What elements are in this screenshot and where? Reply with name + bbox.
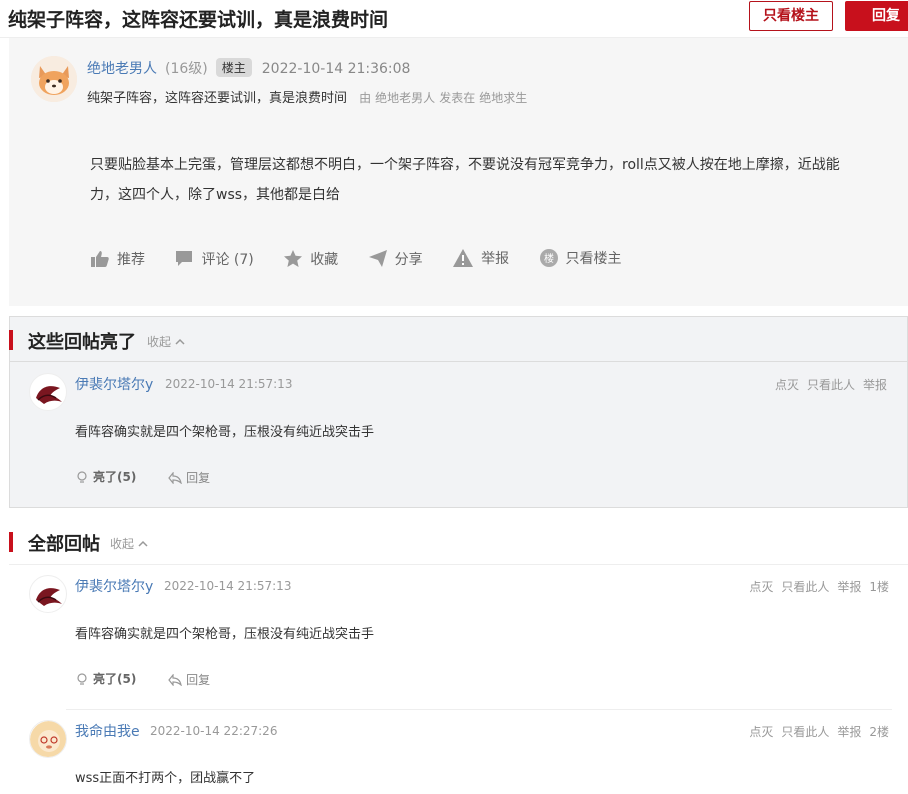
reply-text: wss正面不打两个，团战赢不了: [75, 771, 256, 786]
light-button[interactable]: 亮了(5): [75, 468, 136, 485]
topic-header: 纯架子阵容，这阵容还要试训，真是浪费时间 只看楼主 回复: [0, 0, 908, 38]
share-button[interactable]: 分享: [368, 249, 423, 269]
reply-arrow-icon: [168, 673, 182, 686]
all-section-title: 全部回帖: [28, 534, 100, 555]
collapse-label: 收起: [110, 537, 135, 551]
chevron-up-icon: [175, 338, 185, 345]
avatar[interactable]: [29, 575, 67, 613]
chevron-up-icon: [138, 540, 148, 547]
only-op-button[interactable]: 只看楼主: [749, 1, 833, 31]
reply-username[interactable]: 我命由我e: [75, 721, 140, 741]
light-label: 亮了: [93, 672, 118, 686]
only-op-label: 只看楼主: [565, 251, 622, 267]
report-link[interactable]: 举报: [837, 725, 861, 739]
floor-number: 2楼: [869, 725, 889, 739]
op-circle-icon: 楼: [539, 249, 558, 267]
topic-title: 纯架子阵容，这阵容还要试训，真是浪费时间: [8, 9, 389, 31]
collapse-label: 收起: [147, 335, 172, 349]
light-icon: [77, 470, 87, 483]
hot-section-title: 这些回帖亮了: [28, 332, 136, 353]
warning-icon: [453, 249, 474, 267]
hot-section-header: 这些回帖亮了 收起: [9, 318, 908, 362]
thumb-up-icon: [91, 251, 109, 267]
reply-arrow-icon: [168, 471, 182, 484]
post-actions: 推荐 评论 (7) 收藏 分享 举报 楼 只看楼主: [91, 248, 648, 271]
op-badge: 楼主: [215, 58, 252, 77]
reply-actions: 亮了(5) 回复: [75, 468, 238, 487]
only-this-user-link[interactable]: 只看此人: [781, 725, 829, 739]
star-icon: [284, 250, 303, 267]
only-this-user-link[interactable]: 只看此人: [807, 378, 855, 392]
reply-link[interactable]: 回复: [168, 469, 210, 486]
comment-label: 评论 (7): [201, 251, 254, 268]
floor-number: 1楼: [869, 580, 889, 594]
downvote-link[interactable]: 点灭: [749, 725, 773, 739]
reply-label: 回复: [186, 673, 211, 687]
post-content: 只要贴脸基本上完蛋，管理层这都想不明白，一个架子阵容，不要说没有冠军竞争力，ro…: [90, 157, 840, 203]
reply-time: 2022-10-14 21:57:13: [164, 579, 292, 593]
lion-avatar-icon: [30, 721, 66, 757]
avatar[interactable]: [31, 56, 77, 102]
avatar[interactable]: [29, 720, 67, 758]
main-post: 绝地老男人 (16级) 楼主 2022-10-14 21:36:08 纯架子阵容，这阵…: [9, 38, 908, 306]
report-link[interactable]: 举报: [837, 580, 861, 594]
reply-text: 看阵容确实就是四个架枪哥，压根没有纯近战突击手: [75, 627, 375, 642]
recommend-button[interactable]: 推荐: [91, 249, 145, 269]
recommend-label: 推荐: [117, 252, 145, 268]
op-subtitle-line: 纯架子阵容，这阵容还要试训，真是浪费时间 由绝地老男人 发表在 绝地求生: [87, 87, 527, 106]
divider: [9, 564, 908, 565]
fox-avatar-icon: [31, 56, 77, 102]
reply-actions: 亮了(5) 回复: [75, 670, 238, 689]
report-button[interactable]: 举报: [453, 248, 509, 268]
only-op-action[interactable]: 楼 只看楼主: [539, 248, 622, 268]
by-user[interactable]: 绝地老男人: [375, 91, 435, 105]
only-this-user-link[interactable]: 只看此人: [781, 580, 829, 594]
reply-ops: 点灭 只看此人 举报 1楼: [741, 578, 889, 595]
light-button[interactable]: 亮了(5): [75, 670, 136, 687]
light-label: 亮了: [93, 470, 118, 484]
board-link[interactable]: 绝地求生: [479, 91, 527, 105]
reply-link[interactable]: 回复: [168, 671, 210, 688]
light-count: (5): [117, 672, 137, 686]
section-accent-bar: [9, 330, 13, 350]
avatar[interactable]: [29, 373, 67, 411]
op-username[interactable]: 绝地老男人: [87, 61, 157, 77]
hot-collapse-toggle[interactable]: 收起: [147, 333, 185, 350]
section-accent-bar: [9, 532, 13, 552]
report-link[interactable]: 举报: [863, 378, 887, 392]
reply-button[interactable]: 回复: [845, 1, 908, 31]
reply-label: 回复: [186, 471, 211, 485]
reply-username[interactable]: 伊裴尔塔尔y: [75, 576, 153, 596]
reply-time: 2022-10-14 21:57:13: [165, 377, 293, 391]
downvote-link[interactable]: 点灭: [775, 378, 799, 392]
light-icon: [77, 672, 87, 685]
report-label: 举报: [481, 251, 510, 267]
op-level: (16级): [165, 61, 208, 77]
dragon-avatar-icon: [36, 588, 62, 606]
divider: [66, 709, 892, 710]
comment-button[interactable]: 评论 (7): [175, 249, 254, 269]
reply-ops: 点灭 只看此人 举报 2楼: [741, 723, 889, 740]
op-subtitle: 纯架子阵容，这阵容还要试训，真是浪费时间: [87, 91, 348, 106]
posted-in-label: 发表在: [439, 91, 476, 105]
svg-text:楼: 楼: [544, 252, 554, 265]
op-time: 2022-10-14 21:36:08: [261, 61, 411, 77]
reply-text: 看阵容确实就是四个架枪哥，压根没有纯近战突击手: [75, 425, 375, 440]
light-count: (5): [117, 470, 137, 484]
reply-time: 2022-10-14 22:27:26: [150, 724, 278, 738]
reply-ops: 点灭 只看此人 举报: [767, 376, 887, 393]
share-icon: [368, 250, 387, 267]
favorite-label: 收藏: [310, 251, 339, 268]
share-label: 分享: [394, 251, 423, 268]
op-meta: 绝地老男人 (16级) 楼主 2022-10-14 21:36:08: [87, 58, 410, 78]
all-collapse-toggle[interactable]: 收起: [110, 535, 148, 552]
comment-icon: [176, 251, 193, 266]
downvote-link[interactable]: 点灭: [749, 580, 773, 594]
reply-username[interactable]: 伊裴尔塔尔y: [75, 374, 153, 394]
by-label: 由: [359, 91, 372, 105]
favorite-button[interactable]: 收藏: [284, 249, 338, 269]
all-section-header: 全部回帖 收起: [9, 520, 908, 564]
